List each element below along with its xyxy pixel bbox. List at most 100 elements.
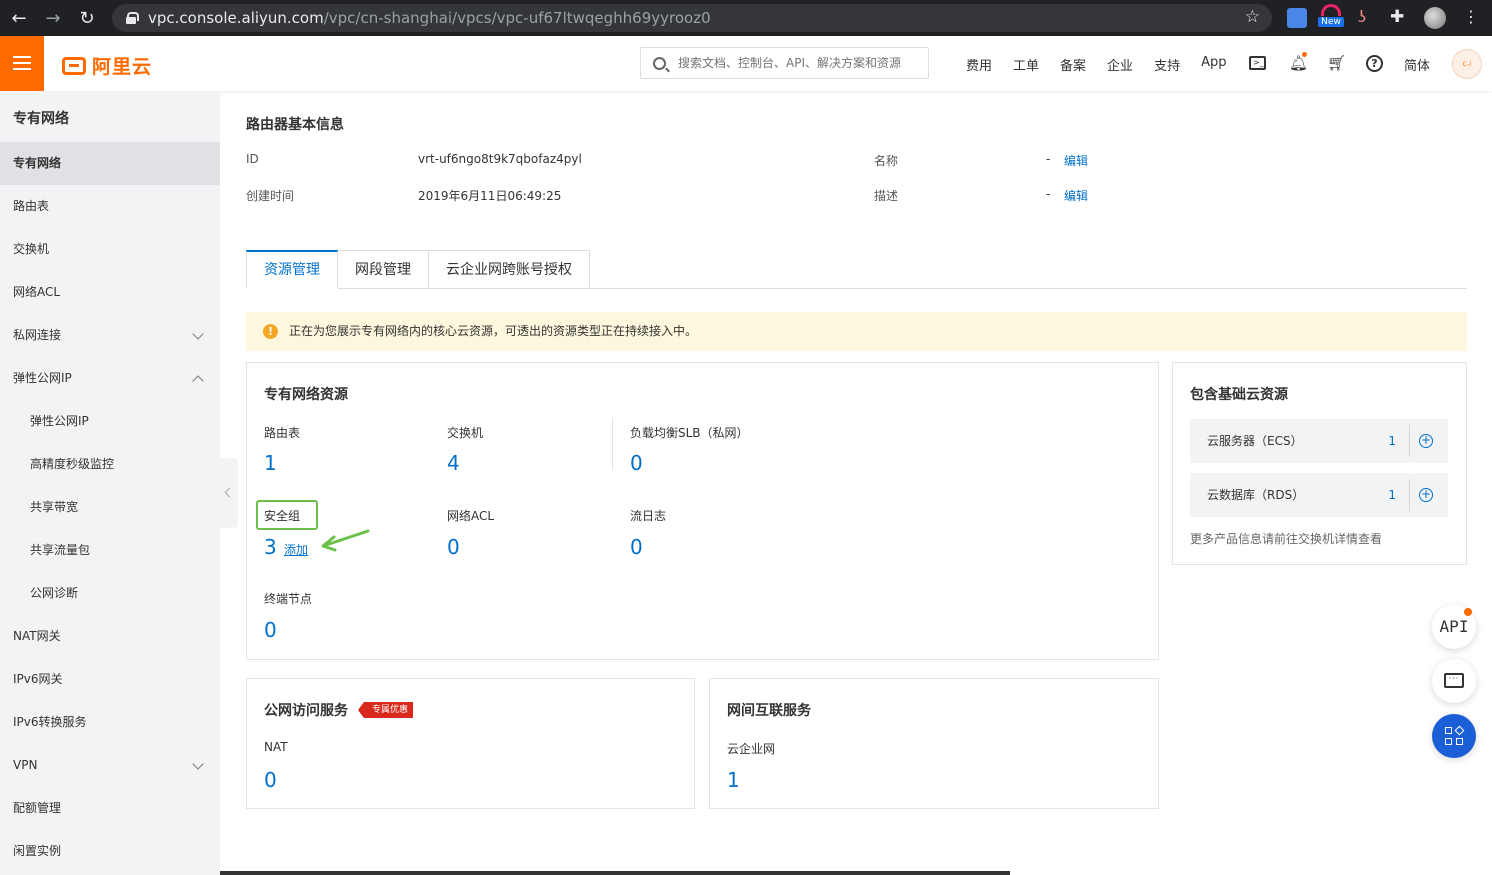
api-button[interactable]: API [1432, 605, 1476, 649]
metric-value-nat[interactable]: 0 [264, 768, 277, 792]
translate-extension-icon[interactable] [1287, 8, 1307, 28]
sidebar-item-label: 高精度秒级监控 [30, 457, 115, 471]
sidebar-item-label: NAT网关 [13, 629, 61, 643]
global-search[interactable] [640, 47, 929, 79]
tab-resource-management[interactable]: 资源管理 [246, 250, 338, 289]
tab-cidr-management[interactable]: 网段管理 [338, 250, 429, 289]
sidebar-item-traffic-package[interactable]: 共享流量包 [0, 529, 220, 572]
bookmark-star-icon[interactable]: ☆ [1245, 7, 1260, 27]
add-circle-icon[interactable]: + [1419, 434, 1433, 448]
scrollbar-track [220, 871, 1010, 875]
sidebar-item-bandwidth[interactable]: 共享带宽 [0, 486, 220, 529]
sidebar-item-vpc[interactable]: 专有网络 [0, 142, 220, 185]
warning-icon: ! [263, 324, 278, 339]
sidebar-item-label: 配额管理 [13, 801, 62, 815]
add-security-group-link[interactable]: 添加 [284, 541, 308, 558]
sidebar-item-eip[interactable]: 弹性公网IP [0, 400, 220, 443]
nav-icp[interactable]: 备案 [1060, 55, 1086, 74]
forward-icon[interactable]: → [36, 8, 70, 29]
resource-label: 云服务器（ECS） [1207, 434, 1303, 448]
sidebar-item-label: 交换机 [13, 242, 50, 256]
sidebar-item-nat[interactable]: NAT网关 [0, 615, 220, 658]
cart-icon[interactable]: 🛒︎ [1327, 54, 1346, 72]
router-info-title: 路由器基本信息 [246, 117, 344, 133]
chevron-down-icon [192, 328, 204, 340]
metric-value-route-table[interactable]: 1 [264, 451, 277, 475]
sidebar-item-idle[interactable]: 闲置实例 [0, 830, 220, 873]
metric-label-endpoint: 终端节点 [264, 592, 313, 606]
language-switch[interactable]: 简体 [1404, 55, 1430, 74]
add-circle-icon[interactable]: + [1419, 488, 1433, 502]
browser-menu-icon[interactable]: ⋮ [1463, 7, 1479, 31]
metric-divider [612, 418, 613, 470]
metric-label-slb: 负载均衡SLB（私网） [630, 426, 749, 440]
public-access-title: 公网访问服务 [264, 703, 348, 719]
nav-fee[interactable]: 费用 [966, 55, 992, 74]
sidebar-item-label: 公网诊断 [30, 586, 79, 600]
cloud-shell-icon[interactable]: >_ [1249, 56, 1266, 70]
chevron-down-icon [192, 758, 204, 770]
desc-label: 描述 [874, 189, 899, 203]
address-bar[interactable]: vpc.console.aliyun.com/vpc/cn-shanghai/v… [112, 4, 1272, 32]
metric-value-slb[interactable]: 0 [630, 451, 643, 475]
metric-value-cen[interactable]: 1 [727, 768, 740, 792]
resource-row-rds: 云数据库（RDS） 1 + [1190, 473, 1448, 517]
sidebar-item-eip-group[interactable]: 弹性公网IP [0, 357, 220, 400]
reload-icon[interactable]: ↻ [70, 8, 104, 29]
sidebar-item-label: IPv6网关 [13, 672, 63, 686]
notification-bell-icon[interactable]: 🔔︎ [1289, 52, 1308, 72]
created-label: 创建时间 [246, 189, 295, 203]
help-icon[interactable]: ? [1366, 55, 1383, 72]
name-value: - [1046, 152, 1051, 166]
resource-count[interactable]: 1 [1388, 473, 1396, 517]
sidebar-item-vswitch[interactable]: 交换机 [0, 228, 220, 271]
header-nav: 费用 工单 备案 企业 支持 App [966, 55, 1226, 74]
sidebar-item-ipv6-gateway[interactable]: IPv6网关 [0, 658, 220, 701]
extensions-puzzle-icon[interactable]: ✚ [1390, 7, 1404, 31]
more-info-text: 更多产品信息请前往交换机详情查看 [1190, 532, 1383, 546]
sidebar-item-acl[interactable]: 网络ACL [0, 271, 220, 314]
id-label: ID [246, 152, 259, 166]
edit-name-link[interactable]: 编辑 [1064, 152, 1088, 169]
nav-enterprise[interactable]: 企业 [1107, 55, 1133, 74]
notice-text: 正在为您展示专有网络内的核心云资源，可透出的资源类型正在持续接入中。 [289, 324, 698, 338]
nav-support[interactable]: 支持 [1154, 55, 1180, 74]
sidebar-item-label: 共享流量包 [30, 543, 91, 557]
metric-label-route-table: 路由表 [264, 426, 301, 440]
new-extension-icon[interactable]: New [1318, 4, 1344, 28]
metric-value-flowlog[interactable]: 0 [630, 535, 643, 559]
nav-app[interactable]: App [1201, 55, 1226, 74]
metric-value-endpoint[interactable]: 0 [264, 618, 277, 642]
vpc-resources-title: 专有网络资源 [264, 387, 348, 403]
metric-value-acl[interactable]: 0 [447, 535, 460, 559]
aliyun-logo[interactable]: 阿里云 [62, 52, 152, 79]
nav-ticket[interactable]: 工单 [1013, 55, 1039, 74]
basic-cloud-title: 包含基础云资源 [1190, 387, 1288, 403]
apps-button[interactable] [1432, 714, 1476, 758]
chat-button[interactable]: ··· [1432, 659, 1476, 703]
sidebar-item-diagnosis[interactable]: 公网诊断 [0, 572, 220, 615]
resource-count[interactable]: 1 [1388, 419, 1396, 463]
back-icon[interactable]: ← [2, 8, 36, 29]
resource-label: 云数据库（RDS） [1207, 488, 1305, 502]
metric-label-nat: NAT [264, 740, 288, 754]
metric-value-security-group[interactable]: 3 [264, 535, 277, 559]
sidebar-item-route-table[interactable]: 路由表 [0, 185, 220, 228]
sidebar-item-label: 闲置实例 [13, 844, 62, 858]
browser-toolbar: ← → ↻ vpc.console.aliyun.com/vpc/cn-shan… [0, 0, 1492, 36]
sidebar-item-ipv6-translation[interactable]: IPv6转换服务 [0, 701, 220, 744]
extension-icon[interactable]: ʖ [1358, 7, 1366, 31]
search-input[interactable] [678, 56, 918, 70]
edit-desc-link[interactable]: 编辑 [1064, 187, 1088, 204]
sidebar-item-monitor[interactable]: 高精度秒级监控 [0, 443, 220, 486]
profile-avatar[interactable] [1424, 7, 1446, 29]
sidebar-item-vpn[interactable]: VPN [0, 744, 220, 787]
sidebar-item-privatelink[interactable]: 私网连接 [0, 314, 220, 357]
sidebar-item-quota[interactable]: 配额管理 [0, 787, 220, 830]
chat-icon: ··· [1444, 673, 1464, 688]
sidebar-collapse-handle[interactable] [220, 458, 238, 528]
metric-value-vswitch[interactable]: 4 [447, 451, 460, 475]
user-avatar[interactable]: C-) [1452, 49, 1482, 79]
menu-hamburger-icon[interactable] [0, 36, 44, 91]
tab-cen-authorization[interactable]: 云企业网跨账号授权 [429, 250, 590, 289]
